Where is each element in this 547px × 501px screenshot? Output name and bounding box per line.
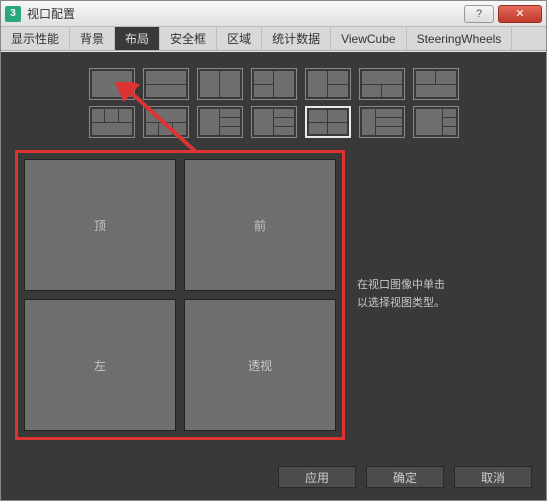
- cancel-button[interactable]: 取消: [454, 466, 532, 488]
- help-icon: ?: [476, 8, 482, 20]
- layout-opt-1[interactable]: [89, 68, 135, 100]
- tab-regions[interactable]: 区域: [217, 27, 262, 50]
- apply-button[interactable]: 应用: [278, 466, 356, 488]
- layout-opt-2[interactable]: [143, 68, 189, 100]
- layout-row-1: [89, 68, 459, 100]
- help-button[interactable]: ?: [464, 5, 494, 23]
- hint-line-2: 以选择视图类型。: [357, 295, 532, 313]
- layout-preview: 顶 前 左 透视: [15, 150, 345, 440]
- layout-opt-4[interactable]: [251, 68, 297, 100]
- layout-opt-6[interactable]: [359, 68, 405, 100]
- tab-background[interactable]: 背景: [70, 27, 115, 50]
- viewport-front[interactable]: 前: [184, 159, 336, 291]
- layout-options: [15, 68, 532, 138]
- viewport-perspective[interactable]: 透视: [184, 299, 336, 431]
- close-button[interactable]: ✕: [498, 5, 542, 23]
- tab-layout[interactable]: 布局: [115, 27, 160, 50]
- layout-opt-5[interactable]: [305, 68, 351, 100]
- layout-opt-10[interactable]: [197, 106, 243, 138]
- viewport-top[interactable]: 顶: [24, 159, 176, 291]
- content-area: 顶 前 左 透视 在视口图像中单击 以选择视图类型。 应用 确定 取消: [1, 52, 546, 500]
- tab-steeringwheels[interactable]: SteeringWheels: [407, 27, 513, 50]
- layout-opt-13[interactable]: [359, 106, 405, 138]
- tab-performance[interactable]: 显示性能: [1, 27, 70, 50]
- dialog-window: 3 视口配置 ? ✕ 显示性能 背景 布局 安全框 区域 统计数据 ViewCu…: [0, 0, 547, 501]
- tab-statistics[interactable]: 统计数据: [262, 27, 331, 50]
- close-icon: ✕: [515, 7, 524, 20]
- ok-button[interactable]: 确定: [366, 466, 444, 488]
- layout-opt-11[interactable]: [251, 106, 297, 138]
- layout-opt-12-selected[interactable]: [305, 106, 351, 138]
- layout-opt-3[interactable]: [197, 68, 243, 100]
- button-row: 应用 确定 取消: [278, 466, 532, 488]
- preview-area: 顶 前 左 透视 在视口图像中单击 以选择视图类型。: [15, 150, 532, 440]
- hint-line-1: 在视口图像中单击: [357, 277, 532, 295]
- app-icon: 3: [5, 6, 21, 22]
- layout-opt-9[interactable]: [143, 106, 189, 138]
- tab-viewcube[interactable]: ViewCube: [331, 27, 406, 50]
- viewport-left[interactable]: 左: [24, 299, 176, 431]
- window-title: 视口配置: [27, 5, 464, 22]
- layout-row-2: [89, 106, 459, 138]
- window-controls: ? ✕: [464, 5, 542, 23]
- layout-opt-8[interactable]: [89, 106, 135, 138]
- titlebar: 3 视口配置 ? ✕: [1, 1, 546, 27]
- hint-text: 在视口图像中单击 以选择视图类型。: [357, 150, 532, 440]
- layout-opt-14[interactable]: [413, 106, 459, 138]
- tab-bar: 显示性能 背景 布局 安全框 区域 统计数据 ViewCube Steering…: [1, 27, 546, 51]
- layout-opt-7[interactable]: [413, 68, 459, 100]
- tab-safeframe[interactable]: 安全框: [160, 27, 217, 50]
